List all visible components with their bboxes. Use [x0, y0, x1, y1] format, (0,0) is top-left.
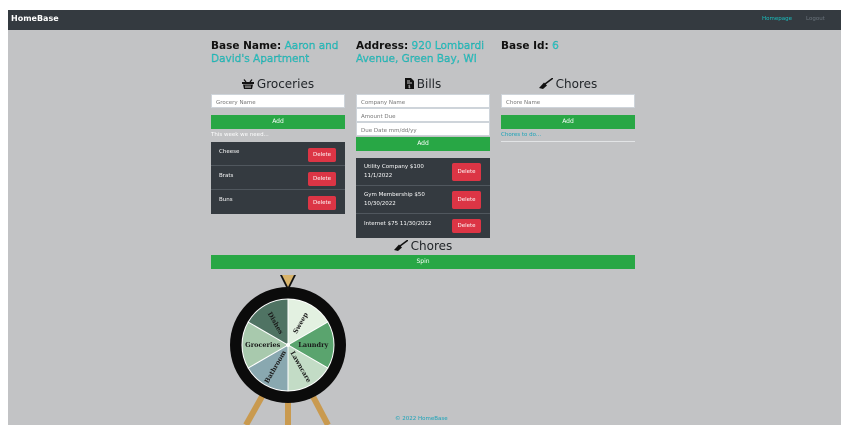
delete-grocery-button[interactable]: Delete [308, 196, 336, 210]
delete-bill-button[interactable]: Delete [452, 191, 481, 209]
chores-heading: Chores [501, 77, 635, 91]
company-name-input[interactable] [356, 94, 490, 108]
brand-logo[interactable]: HomeBase [11, 14, 59, 23]
grocery-name-input[interactable] [211, 94, 345, 108]
add-chore-button[interactable]: Add [501, 115, 635, 129]
delete-grocery-button[interactable]: Delete [308, 148, 336, 162]
app-container: HomeBase Homepage Logout Base Name: Aaro… [8, 10, 841, 425]
groceries-list: Cheese Delete Brats Delete Buns Delete [211, 142, 345, 214]
delete-bill-button[interactable]: Delete [452, 163, 481, 181]
homepage-link[interactable]: Homepage [762, 16, 792, 22]
footer: © 2022 HomeBase [395, 416, 448, 422]
wheel-title: Chores [410, 239, 453, 253]
grocery-item: Buns Delete [211, 190, 345, 214]
groceries-title: Groceries [256, 77, 315, 91]
bills-title: Bills [416, 77, 442, 91]
bill-item: Utility Company $100 11/1/2022 Delete [356, 158, 490, 186]
base-id-label: Base Id: [501, 40, 549, 52]
chores-title: Chores [555, 77, 598, 91]
chore-name-input[interactable] [501, 94, 635, 108]
address: Address: 920 Lombardi Avenue, Green Bay,… [356, 40, 492, 66]
base-name-label: Base Name: [211, 40, 282, 52]
add-bill-button[interactable]: Add [356, 137, 490, 151]
bills-list: Utility Company $100 11/1/2022 Delete Gy… [356, 158, 490, 238]
grocery-item-label: Cheese [219, 149, 240, 155]
bill-item-line1: Gym Membership $50 [364, 192, 425, 198]
bill-item-line1: Internet $75 11/30/2022 [364, 221, 432, 227]
base-id: Base Id: 6 [501, 40, 621, 53]
base-id-value: 6 [552, 40, 559, 52]
address-label: Address: [356, 40, 409, 52]
groceries-heading: Groceries [211, 77, 345, 91]
wheel-segment-label: Laundry [298, 341, 328, 349]
bill-item: Internet $75 11/30/2022 Delete [356, 214, 490, 238]
wheel-hub [286, 343, 290, 347]
delete-bill-button[interactable]: Delete [452, 219, 481, 233]
broom-icon [393, 239, 409, 251]
navbar: HomeBase Homepage Logout [8, 10, 841, 30]
bill-item-line2: 10/30/2022 [364, 201, 396, 207]
delete-grocery-button[interactable]: Delete [308, 172, 336, 186]
logout-link[interactable]: Logout [806, 16, 825, 22]
spin-button[interactable]: Spin [211, 255, 635, 269]
add-grocery-button[interactable]: Add [211, 115, 345, 129]
broom-icon [538, 77, 554, 89]
grocery-item: Brats Delete [211, 166, 345, 190]
base-name: Base Name: Aaron and David's Apartment [211, 40, 341, 66]
chores-subtitle: Chores to do... [501, 132, 542, 138]
due-date-input[interactable] [356, 122, 490, 136]
wheel-heading: Chores [356, 239, 490, 253]
chore-wheel[interactable]: SweepLaundryLawncareBathroomGroceriesDis… [218, 273, 358, 425]
grocery-item-label: Brats [219, 173, 234, 179]
chores-divider [501, 141, 635, 142]
wheel-segment-label: Groceries [245, 341, 280, 349]
grocery-item-label: Buns [219, 197, 233, 203]
amount-due-input[interactable] [356, 108, 490, 122]
bill-item: Gym Membership $50 10/30/2022 Delete [356, 186, 490, 214]
bill-item-line2: 11/1/2022 [364, 173, 393, 179]
bills-heading: $ Bills [356, 77, 490, 91]
bill-item-line1: Utility Company $100 [364, 164, 424, 170]
grocery-item: Cheese Delete [211, 142, 345, 166]
file-invoice-icon: $ [404, 78, 414, 89]
basket-icon [241, 79, 254, 89]
groceries-subtitle: This week we need... [211, 132, 269, 138]
